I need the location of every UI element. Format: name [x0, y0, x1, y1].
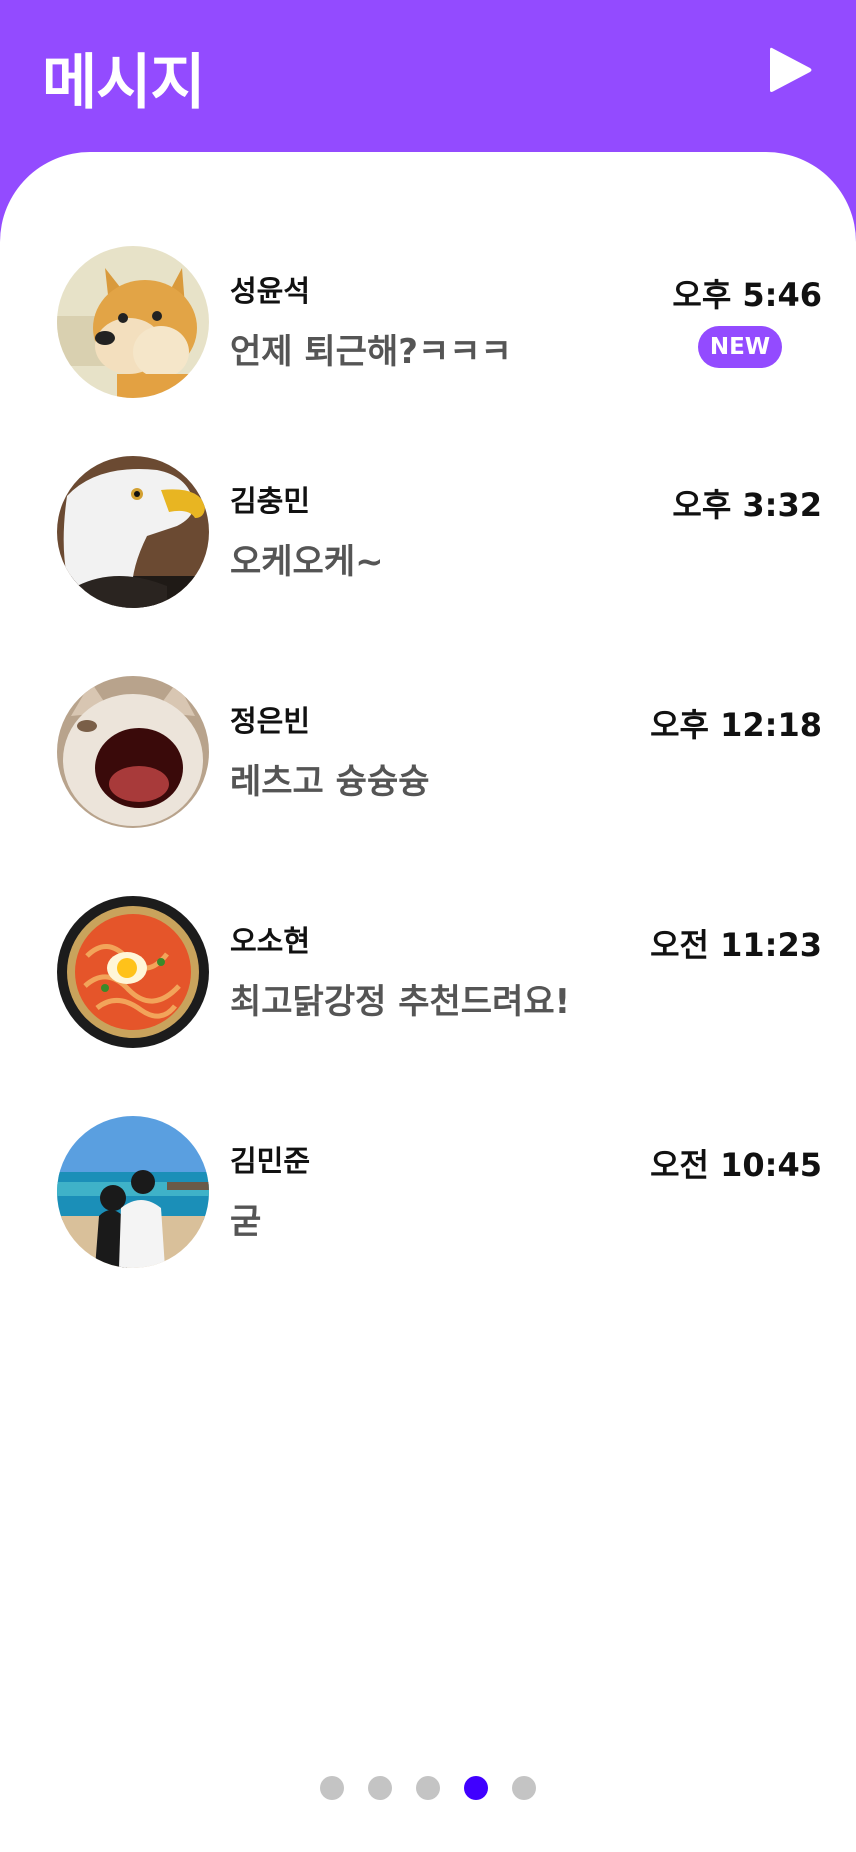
page-dot[interactable]: [320, 1776, 344, 1800]
contact-name: 오소현: [230, 924, 311, 958]
contact-name: 김민준: [230, 1144, 311, 1178]
message-preview: 굳: [230, 1202, 262, 1242]
page-dot[interactable]: [512, 1776, 536, 1800]
play-icon[interactable]: [766, 44, 816, 96]
conversation-item[interactable]: 성윤석 언제 퇴근해?ㅋㅋㅋ 오후 5:46 NEW: [0, 246, 856, 422]
contact-name: 김충민: [230, 484, 311, 518]
message-time: 오후 12:18: [650, 706, 822, 744]
ramen-avatar: [57, 896, 209, 1048]
conversation-item[interactable]: 정은빈 레츠고 슝슝슝 오후 12:18: [0, 676, 856, 852]
app-header: 메시지: [0, 0, 856, 152]
conversation-item[interactable]: 오소현 최고닭강정 추천드려요! 오전 11:23: [0, 896, 856, 1072]
conversation-item[interactable]: 김민준 굳 오전 10:45: [0, 1116, 856, 1292]
new-badge: NEW: [698, 326, 782, 368]
message-preview: 최고닭강정 추천드려요!: [230, 982, 571, 1022]
shiba-dog-avatar: [57, 246, 209, 398]
message-time: 오전 11:23: [650, 926, 822, 964]
message-preview: 언제 퇴근해?ㅋㅋㅋ: [230, 332, 512, 372]
message-time: 오후 5:46: [672, 276, 822, 314]
message-preview: 오케오케~: [230, 542, 384, 582]
page-indicator: [0, 1776, 856, 1800]
eagle-avatar: [57, 456, 209, 608]
message-time: 오후 3:32: [672, 486, 822, 524]
page-dot[interactable]: [368, 1776, 392, 1800]
page-dot[interactable]: [464, 1776, 488, 1800]
couple-beach-avatar: [57, 1116, 209, 1268]
message-list: 성윤석 언제 퇴근해?ㅋㅋㅋ 오후 5:46 NEW 김충민 오케오케~ 오후 …: [0, 152, 856, 1852]
page-dot[interactable]: [416, 1776, 440, 1800]
message-time: 오전 10:45: [650, 1146, 822, 1184]
contact-name: 정은빈: [230, 704, 311, 738]
conversation-item[interactable]: 김충민 오케오케~ 오후 3:32: [0, 456, 856, 632]
message-preview: 레츠고 슝슝슝: [230, 762, 430, 802]
page-title: 메시지: [42, 48, 206, 118]
contact-name: 성윤석: [230, 274, 311, 308]
pop-cat-avatar: [57, 676, 209, 828]
